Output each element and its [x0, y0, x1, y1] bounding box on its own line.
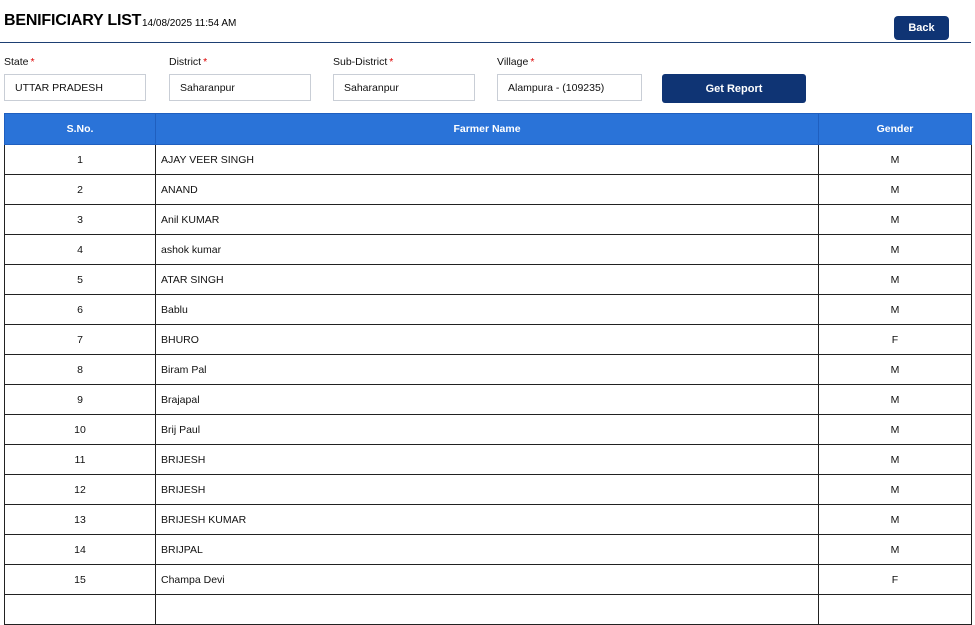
required-mark: *: [30, 56, 35, 68]
table-row: 10 Brij Paul M: [4, 414, 972, 445]
page-title: BENIFICIARY LIST: [4, 12, 142, 29]
cell-farmer-name: [155, 594, 819, 625]
table-row: 14 BRIJPAL M: [4, 534, 972, 565]
sub-district-value: Saharanpur: [344, 81, 399, 94]
table-row: 9 Brajapal M: [4, 384, 972, 415]
table-row: 12 BRIJESH M: [4, 474, 972, 505]
village-value: Alampura - (109235): [508, 81, 605, 94]
cell-gender: M: [818, 354, 972, 385]
cell-gender: M: [818, 204, 972, 235]
cell-sno: 12: [4, 474, 156, 505]
cell-sno: 6: [4, 294, 156, 325]
sub-district-label-text: Sub-District: [333, 56, 388, 68]
table-row: 13 BRIJESH KUMAR M: [4, 504, 972, 535]
village-label: Village *: [497, 56, 534, 68]
cell-farmer-name: BRIJESH: [155, 474, 819, 505]
required-mark: *: [203, 56, 208, 68]
table-header-row: S.No. Farmer Name Gender: [4, 113, 972, 145]
cell-farmer-name: Brajapal: [155, 384, 819, 415]
cell-sno: 11: [4, 444, 156, 475]
table-row: 15 Champa Devi F: [4, 564, 972, 595]
cell-sno: 1: [4, 144, 156, 175]
state-field[interactable]: UTTAR PRADESH: [4, 74, 146, 101]
cell-sno: 5: [4, 264, 156, 295]
cell-farmer-name: Bablu: [155, 294, 819, 325]
table-row: 11 BRIJESH M: [4, 444, 972, 475]
get-report-button[interactable]: Get Report: [662, 74, 806, 103]
sub-district-field[interactable]: Saharanpur: [333, 74, 475, 101]
table-row: 7 BHURO F: [4, 324, 972, 355]
header-gender: Gender: [818, 113, 972, 145]
district-label-text: District: [169, 56, 202, 68]
cell-gender: F: [818, 564, 972, 595]
cell-sno: 4: [4, 234, 156, 265]
header-sno: S.No.: [4, 113, 156, 145]
village-label-text: Village: [497, 56, 529, 68]
cell-sno: 9: [4, 384, 156, 415]
cell-farmer-name: BHURO: [155, 324, 819, 355]
cell-gender: M: [818, 504, 972, 535]
state-value: UTTAR PRADESH: [15, 81, 103, 94]
district-label: District *: [169, 56, 207, 68]
cell-gender: M: [818, 414, 972, 445]
cell-sno: 14: [4, 534, 156, 565]
table-row: 1 AJAY VEER SINGH M: [4, 144, 972, 175]
cell-gender: F: [818, 324, 972, 355]
table-row: [4, 594, 972, 625]
report-timestamp: 14/08/2025 11:54 AM: [142, 18, 237, 29]
cell-farmer-name: AJAY VEER SINGH: [155, 144, 819, 175]
district-field[interactable]: Saharanpur: [169, 74, 311, 101]
cell-gender: M: [818, 294, 972, 325]
cell-gender: M: [818, 534, 972, 565]
cell-farmer-name: BRIJPAL: [155, 534, 819, 565]
cell-gender: M: [818, 264, 972, 295]
cell-farmer-name: Biram Pal: [155, 354, 819, 385]
cell-sno: 3: [4, 204, 156, 235]
header-farmer-name: Farmer Name: [155, 113, 819, 145]
cell-gender: M: [818, 384, 972, 415]
cell-gender: M: [818, 174, 972, 205]
village-field[interactable]: Alampura - (109235): [497, 74, 642, 101]
cell-sno: 10: [4, 414, 156, 445]
beneficiary-table: S.No. Farmer Name Gender 1 AJAY VEER SING…: [4, 113, 972, 625]
state-label: State *: [4, 56, 35, 68]
cell-sno: [4, 594, 156, 625]
cell-gender: M: [818, 234, 972, 265]
cell-sno: 2: [4, 174, 156, 205]
back-button[interactable]: Back: [894, 16, 949, 40]
cell-farmer-name: Brij Paul: [155, 414, 819, 445]
cell-sno: 15: [4, 564, 156, 595]
cell-sno: 7: [4, 324, 156, 355]
cell-farmer-name: BRIJESH: [155, 444, 819, 475]
cell-farmer-name: Champa Devi: [155, 564, 819, 595]
cell-gender: M: [818, 474, 972, 505]
cell-farmer-name: BRIJESH KUMAR: [155, 504, 819, 535]
cell-farmer-name: ashok kumar: [155, 234, 819, 265]
state-label-text: State: [4, 56, 29, 68]
cell-sno: 8: [4, 354, 156, 385]
cell-farmer-name: ANAND: [155, 174, 819, 205]
table-row: 6 Bablu M: [4, 294, 972, 325]
table-row: 8 Biram Pal M: [4, 354, 972, 385]
required-mark: *: [389, 56, 394, 68]
cell-farmer-name: ATAR SINGH: [155, 264, 819, 295]
page-header: BENIFICIARY LIST 14/08/2025 11:54 AM Bac…: [0, 0, 971, 43]
sub-district-label: Sub-District *: [333, 56, 393, 68]
cell-sno: 13: [4, 504, 156, 535]
cell-farmer-name: Anil KUMAR: [155, 204, 819, 235]
required-mark: *: [530, 56, 535, 68]
district-value: Saharanpur: [180, 81, 235, 94]
cell-gender: [818, 594, 972, 625]
table-row: 4 ashok kumar M: [4, 234, 972, 265]
cell-gender: M: [818, 444, 972, 475]
table-row: 3 Anil KUMAR M: [4, 204, 972, 235]
table-row: 2 ANAND M: [4, 174, 972, 205]
table-row: 5 ATAR SINGH M: [4, 264, 972, 295]
cell-gender: M: [818, 144, 972, 175]
